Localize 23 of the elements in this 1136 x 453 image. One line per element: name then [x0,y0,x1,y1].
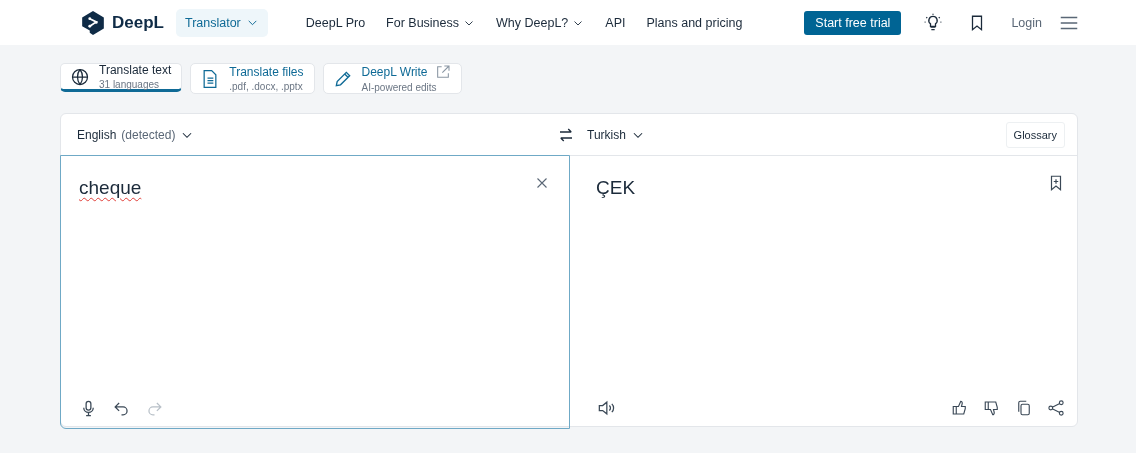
login-link[interactable]: Login [1011,15,1042,30]
source-language-selector[interactable]: English (detected) [77,127,195,142]
logo-icon[interactable] [80,9,106,36]
nav-link[interactable]: API [605,15,626,30]
thumbs-up-icon[interactable] [951,399,969,417]
source-text-input[interactable]: cheque [79,174,142,199]
nav-link[interactable]: DeepL Pro [305,15,366,30]
glossary-button[interactable]: Glossary [1005,121,1065,148]
nav-dropdown[interactable]: For Business [386,15,476,30]
translation-text: ÇEK [596,176,636,199]
copy-icon[interactable] [1015,399,1033,417]
mode-tab[interactable]: Translate text 31 languages [60,63,183,92]
nav-link[interactable]: Plans and pricing [646,15,743,30]
thumbs-down-icon[interactable] [983,399,1001,417]
product-dropdown[interactable]: Translator [175,8,268,37]
nav-dropdown[interactable]: Why DeepL? [496,15,585,30]
mode-tab[interactable]: DeepL Write AI-powered edits [322,63,462,94]
mode-tab[interactable]: Translate files .pdf, .docx, .pptx [190,63,315,94]
start-trial-button[interactable]: Start free trial [804,10,902,35]
target-language-selector[interactable]: Turkish [587,127,645,142]
logo-text[interactable]: DeepL [112,12,164,33]
globe-icon [70,66,90,87]
share-icon[interactable] [1047,399,1065,417]
